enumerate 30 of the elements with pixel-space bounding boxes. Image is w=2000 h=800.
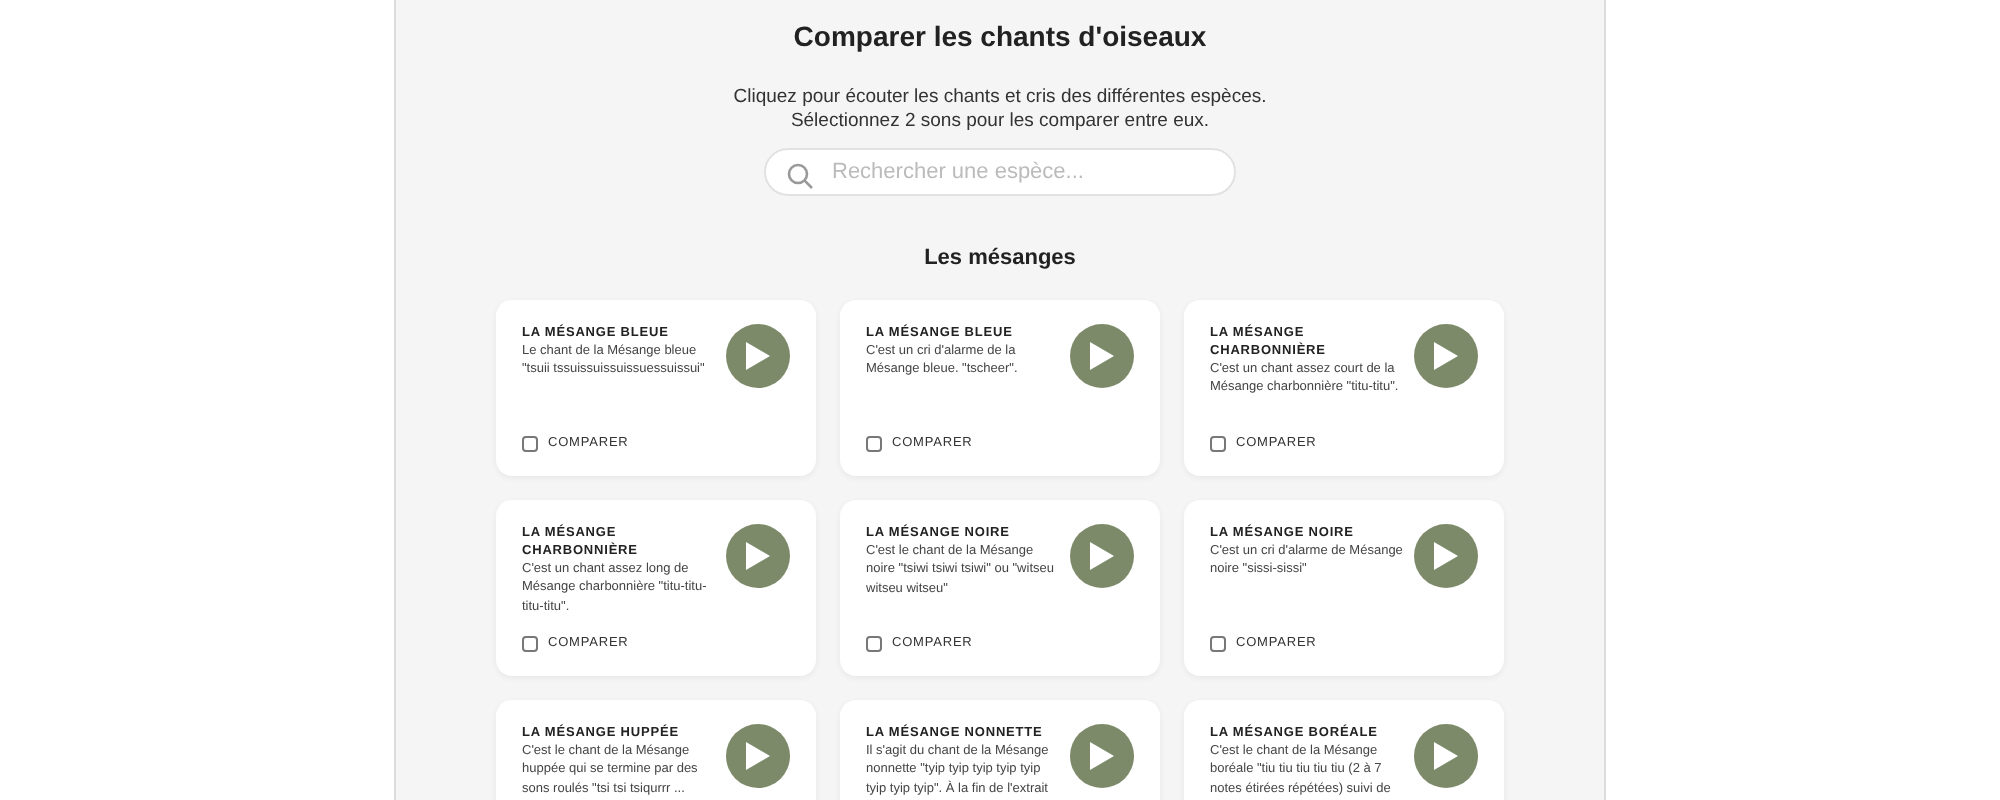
photo-placeholder[interactable] (1414, 523, 1478, 587)
photo-placeholder[interactable] (726, 523, 790, 587)
section-title: Les mésanges (924, 244, 1076, 274)
compare-checkbox[interactable] (522, 635, 538, 652)
page-title: Comparer les chants d'oiseaux (793, 18, 1207, 56)
play-icon (744, 539, 772, 571)
photo-placeholder[interactable] (1070, 323, 1134, 387)
search-icon (786, 162, 814, 190)
play-icon (1432, 339, 1460, 371)
play-icon (1088, 339, 1116, 371)
photo-placeholder[interactable] (726, 723, 790, 787)
compare-checkbox[interactable] (522, 435, 538, 452)
play-icon (744, 739, 772, 771)
compare-checkbox[interactable] (866, 435, 882, 452)
intro-text: Sélectionnez 2 sons pour les comparer entre eux. (790, 110, 1210, 134)
intro-text: Cliquez pour écouter les chants et cris des différentes espèces. (733, 86, 1267, 110)
compare-checkbox[interactable] (1210, 635, 1226, 652)
play-icon (1088, 739, 1116, 771)
photo-placeholder[interactable] (1414, 323, 1478, 387)
photo-placeholder[interactable] (1414, 723, 1478, 787)
compare-checkbox[interactable] (866, 635, 882, 652)
compare-checkbox[interactable] (1210, 435, 1226, 452)
photo-placeholder[interactable] (1070, 523, 1134, 587)
photo-placeholder[interactable] (1070, 723, 1134, 787)
play-icon (1432, 739, 1460, 771)
play-icon (1088, 539, 1116, 571)
photo-placeholder[interactable] (726, 323, 790, 387)
play-icon (744, 339, 772, 371)
play-icon (1432, 539, 1460, 571)
search-field[interactable]: Rechercher une espèce... (764, 148, 1236, 196)
